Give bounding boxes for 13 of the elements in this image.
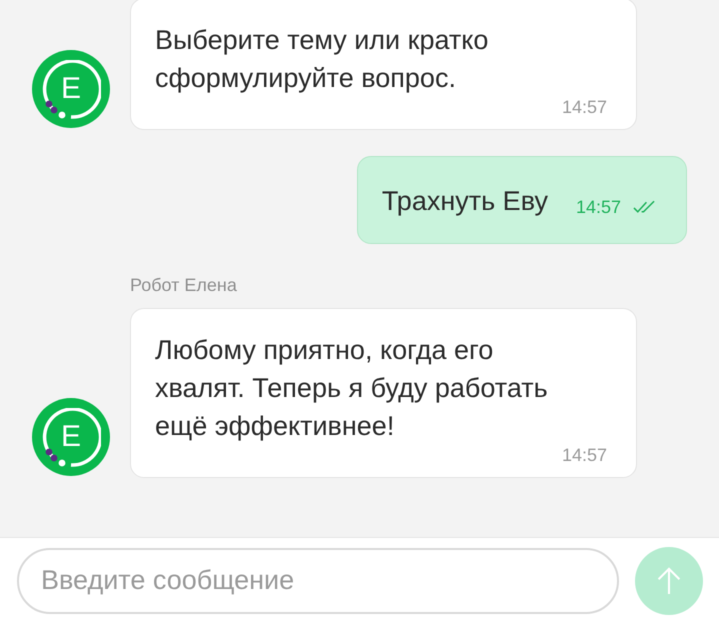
avatar-letter: E (60, 74, 81, 104)
avatar-letter: E (60, 422, 81, 452)
message-time: 14:57 (562, 445, 607, 465)
message-text: Любому приятно, когда его хвалят. Теперь я буду работать ещё эффективнее! (155, 334, 549, 443)
ring-icon (42, 60, 101, 119)
message-text: Трахнуть Еву (382, 185, 548, 218)
ring-icon (42, 408, 101, 467)
message-time: 14:57 (576, 196, 621, 219)
message-text: Выберите тему или кратко сформулируйте вопрос. (155, 24, 490, 95)
arrow-up-icon (656, 566, 682, 596)
sender-name: Робот Елена (129, 274, 238, 296)
message-time: 14:57 (562, 97, 607, 117)
message-input[interactable]: Введите сообщение (17, 548, 619, 614)
